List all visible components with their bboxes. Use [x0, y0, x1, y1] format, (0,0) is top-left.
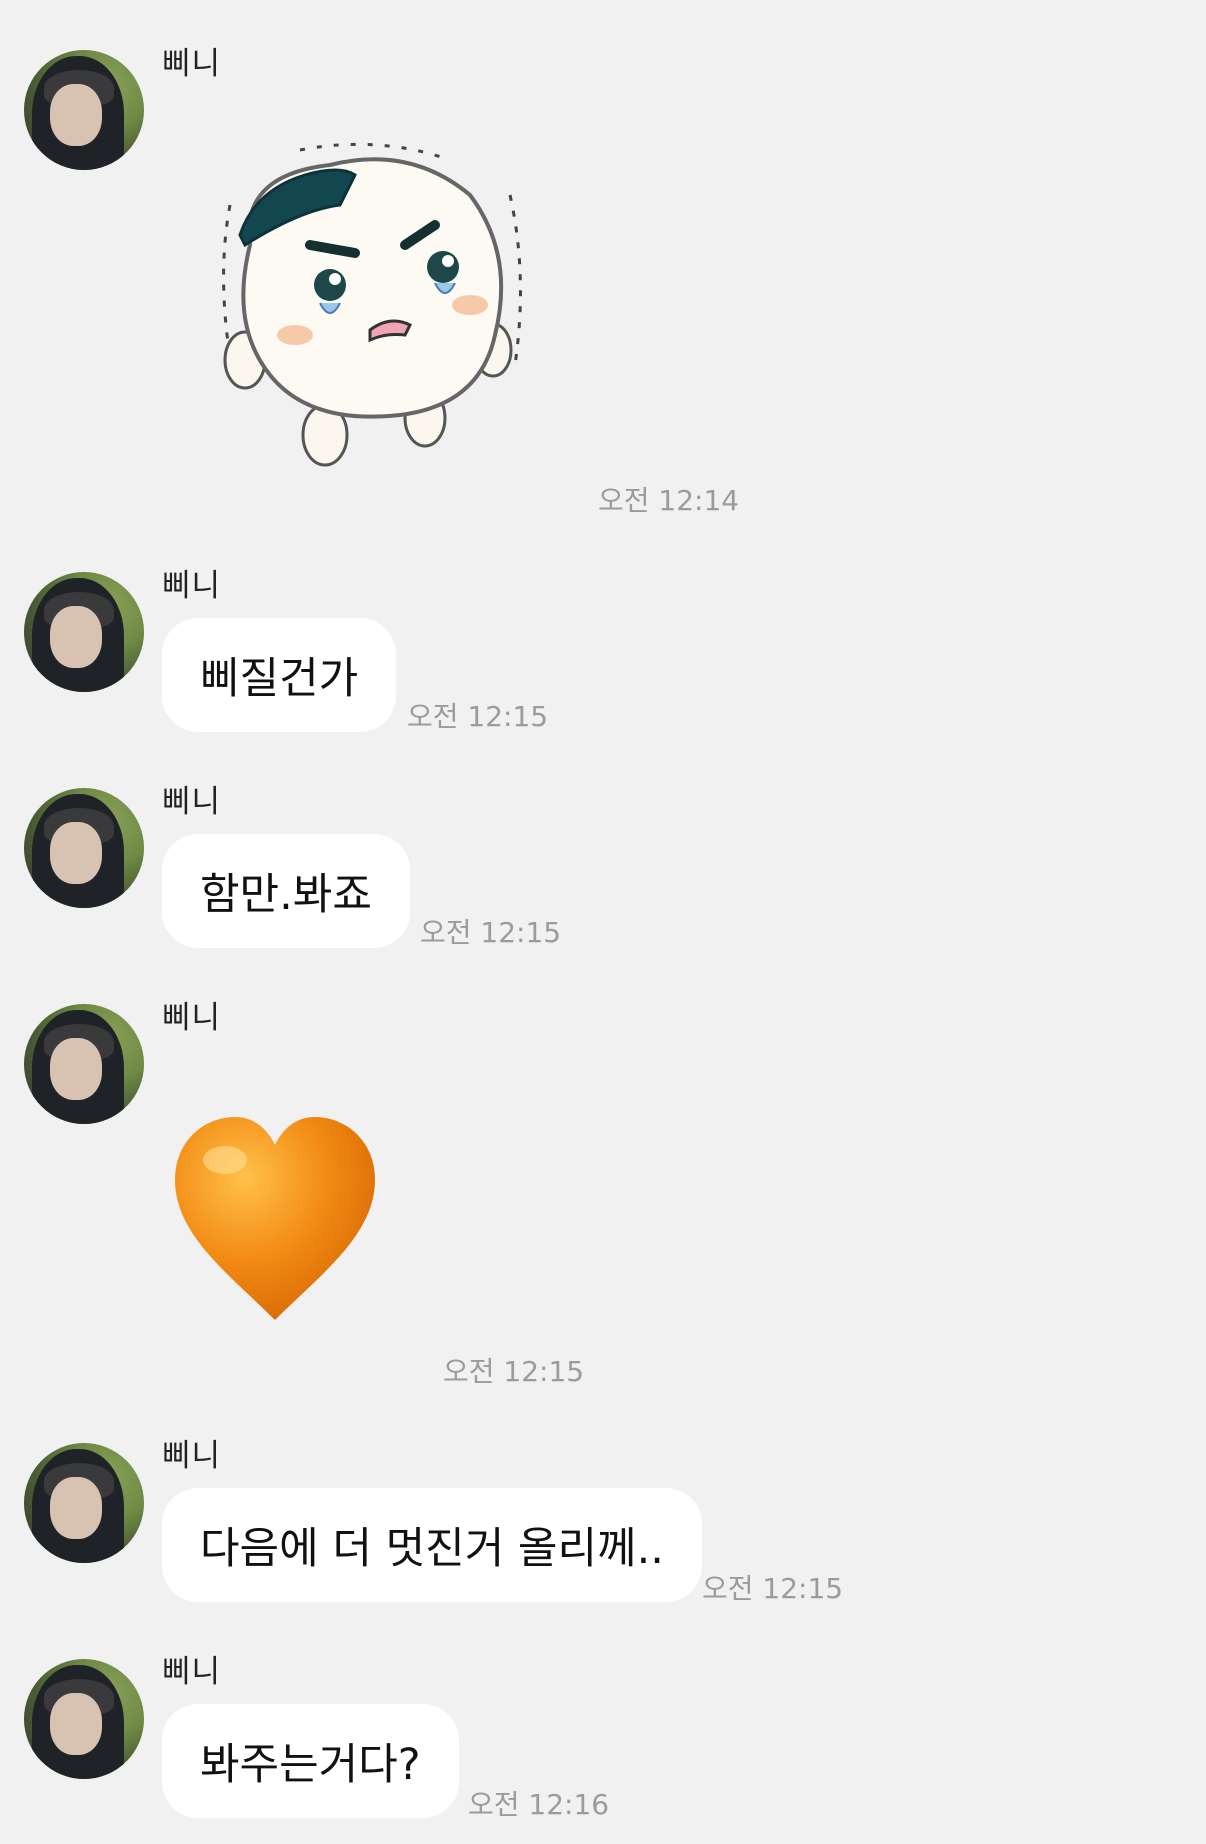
- avatar[interactable]: [24, 1004, 144, 1124]
- avatar[interactable]: [24, 50, 144, 170]
- message-bubble[interactable]: 함만.봐죠: [162, 834, 410, 948]
- message-timestamp: 오전 12:16: [468, 1788, 610, 1821]
- sender-name: 삐니: [162, 46, 222, 82]
- sender-name: 삐니: [162, 784, 222, 820]
- sender-name: 삐니: [162, 1438, 222, 1474]
- sender-name: 삐니: [162, 568, 222, 604]
- message-bubble[interactable]: 다음에 더 멋진거 올리께..: [162, 1488, 702, 1602]
- orange-heart-icon[interactable]: [170, 1115, 380, 1325]
- message-timestamp: 오전 12:15: [420, 916, 562, 949]
- message-timestamp: 오전 12:15: [407, 700, 549, 733]
- message-timestamp: 오전 12:15: [443, 1355, 585, 1388]
- avatar[interactable]: [24, 788, 144, 908]
- message-bubble[interactable]: 봐주는거다?: [162, 1704, 459, 1818]
- message-timestamp: 오전 12:15: [702, 1572, 844, 1605]
- sender-name: 삐니: [162, 1654, 222, 1690]
- avatar[interactable]: [24, 1443, 144, 1563]
- avatar[interactable]: [24, 1659, 144, 1779]
- message-bubble[interactable]: 삐질건가: [162, 618, 397, 732]
- avatar[interactable]: [24, 572, 144, 692]
- crying-rice-ball-sticker[interactable]: [210, 135, 530, 480]
- sender-name: 삐니: [162, 1000, 222, 1036]
- message-timestamp: 오전 12:14: [598, 484, 740, 517]
